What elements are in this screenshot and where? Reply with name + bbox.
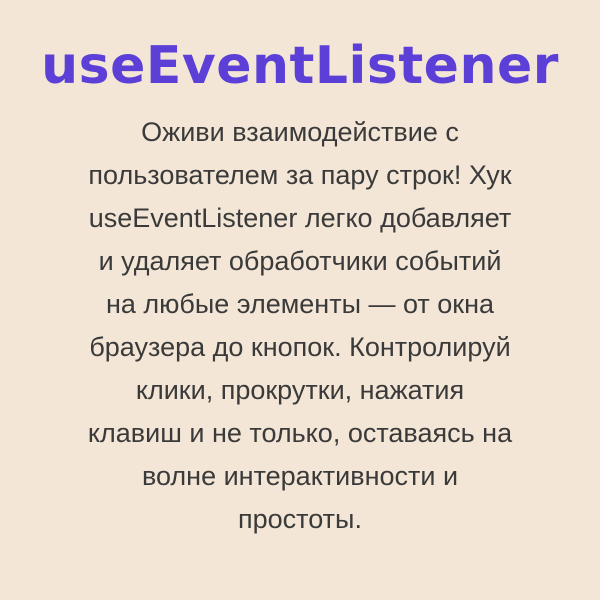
- description-line: клики, прокрутки, нажатия: [135, 375, 465, 405]
- description-text: Оживи взаимодействие с пользователем за …: [55, 111, 545, 541]
- description-line: волне интерактивности и: [141, 461, 459, 491]
- description-line: простоты.: [238, 504, 362, 534]
- description-line: клавиш и не только, оставаясь на: [87, 418, 513, 448]
- post-card: useEventListener Оживи взаимодействие с …: [0, 0, 600, 600]
- page-title: useEventListener: [41, 36, 559, 96]
- description-line: пользователем за пару строк! Хук: [88, 160, 512, 190]
- description-line: браузера до кнопок. Контролируй: [89, 332, 511, 362]
- description-line: и удаляет обработчики событий: [98, 246, 502, 276]
- description-line: useEventListener легко добавляет: [88, 203, 512, 233]
- description-line: на любые элементы — от окна: [105, 289, 495, 319]
- description-line: Оживи взаимодействие с: [141, 117, 459, 147]
